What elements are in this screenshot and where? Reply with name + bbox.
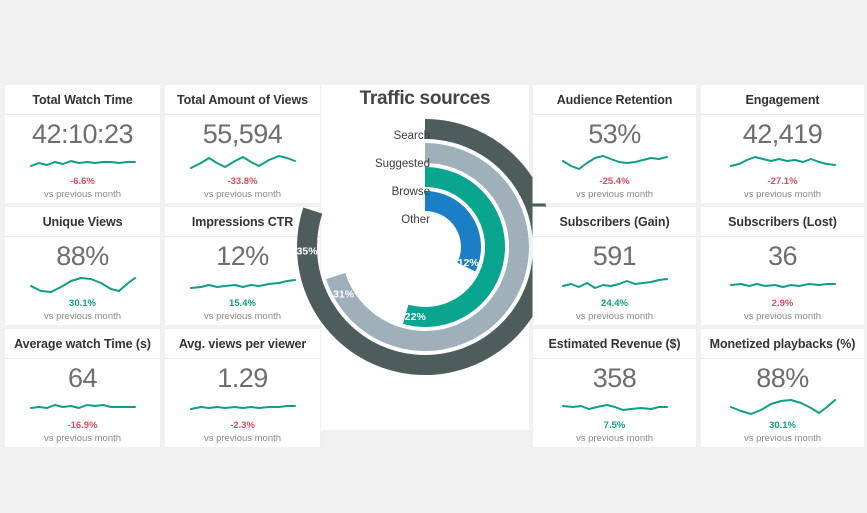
kpi-comparison-label: vs previous month <box>203 433 282 444</box>
sparkline-chart <box>729 283 836 288</box>
kpi-card-subscribers-lost[interactable]: Subscribers (Lost) 36 2.9% vs previous mont… <box>701 207 864 325</box>
sparkline-chart <box>29 404 136 409</box>
kpi-column-4: Engagement 42,419 -27.1% vs previous month S… <box>701 85 864 451</box>
kpi-card-monetized-playbacks[interactable]: Monetized playbacks (%) 88% 30.1% vs previo… <box>701 329 864 447</box>
kpi-delta: -33.8% <box>227 176 258 187</box>
kpi-delta: -25.4% <box>599 176 630 187</box>
kpi-value: 42:10:23 <box>31 119 134 149</box>
kpi-value: 358 <box>592 363 637 393</box>
kpi-column-3: Audience Retention 53% -25.4% vs previous m… <box>533 85 696 451</box>
kpi-card-engagement[interactable]: Engagement 42,419 -27.1% vs previous month <box>701 85 864 203</box>
kpi-delta: -16.9% <box>67 420 98 431</box>
kpi-value: 55,594 <box>202 119 283 149</box>
sparkline-chart <box>29 160 136 167</box>
kpi-comparison-label: vs previous month <box>575 189 654 200</box>
kpi-value: 591 <box>592 241 637 271</box>
kpi-card-header: Subscribers (Lost) <box>701 207 864 237</box>
kpi-card-header: Estimated Revenue ($) <box>533 329 696 359</box>
kpi-card-header: Monetized playbacks (%) <box>701 329 864 359</box>
kpi-comparison-label: vs previous month <box>743 189 822 200</box>
kpi-card-title: Average watch Time (s) <box>14 336 151 351</box>
kpi-card-title: Engagement <box>745 92 820 107</box>
kpi-card-header: Audience Retention <box>533 85 696 115</box>
kpi-value: 12% <box>216 241 269 271</box>
kpi-card-unique-views[interactable]: Unique Views 88% 30.1% vs previous month <box>5 207 160 325</box>
kpi-value: 64 <box>67 363 98 393</box>
radial-arc-label-browse: 22% <box>405 311 427 323</box>
kpi-card-title: Subscribers (Lost) <box>728 214 837 229</box>
radial-arc-label-search: 35% <box>297 246 319 258</box>
kpi-card-body: 42:10:23 -6.6% vs previous month <box>5 115 160 203</box>
chart-legend-item-suggested[interactable]: Suggested <box>330 150 430 178</box>
kpi-card-total-watch-time[interactable]: Total Watch Time 42:10:23 -6.6% vs previous… <box>5 85 160 203</box>
kpi-delta: -6.6% <box>70 176 95 187</box>
radial-arc-label-other: 12% <box>458 257 480 269</box>
kpi-value: 42,419 <box>742 119 823 149</box>
kpi-card-body: 42,419 -27.1% vs previous month <box>701 115 864 203</box>
kpi-card-body: 53% -25.4% vs previous month <box>533 115 696 203</box>
kpi-card-body: 358 7.5% vs previous month <box>533 359 696 447</box>
kpi-delta: 15.4% <box>229 298 256 309</box>
kpi-comparison-label: vs previous month <box>743 311 822 322</box>
kpi-card-body: 88% 30.1% vs previous month <box>5 237 160 325</box>
sparkline-chart <box>729 156 836 167</box>
kpi-card-title: Audience Retention <box>556 92 673 107</box>
chart-legend-item-browse[interactable]: Browse <box>330 178 430 206</box>
kpi-comparison-label: vs previous month <box>43 189 122 200</box>
sparkline-chart <box>729 399 836 415</box>
kpi-card-estimated-revenue[interactable]: Estimated Revenue ($) 358 7.5% vs previous … <box>533 329 696 447</box>
kpi-comparison-label: vs previous month <box>575 433 654 444</box>
kpi-card-average-watch-time-s[interactable]: Average watch Time (s) 64 -16.9% vs previou… <box>5 329 160 447</box>
kpi-delta: 30.1% <box>769 420 796 431</box>
kpi-card-title: Monetized playbacks (%) <box>709 336 856 351</box>
kpi-card-body: 88% 30.1% vs previous month <box>701 359 864 447</box>
kpi-card-body: 591 24.4% vs previous month <box>533 237 696 325</box>
kpi-value: 88% <box>56 241 109 271</box>
sparkline-chart <box>561 404 668 411</box>
kpi-card-title: Subscribers (Gain) <box>559 214 670 229</box>
kpi-card-body: 64 -16.9% vs previous month <box>5 359 160 447</box>
kpi-comparison-label: vs previous month <box>43 433 122 444</box>
kpi-delta: 24.4% <box>601 298 628 309</box>
kpi-comparison-label: vs previous month <box>743 433 822 444</box>
radial-arc-label-suggested: 31% <box>333 289 355 301</box>
kpi-card-header: Engagement <box>701 85 864 115</box>
sparkline-chart <box>561 278 668 289</box>
kpi-value: 36 <box>767 241 798 271</box>
kpi-card-title: Unique Views <box>42 214 123 229</box>
kpi-value: 53% <box>588 119 641 149</box>
sparkline-chart <box>561 155 668 170</box>
kpi-comparison-label: vs previous month <box>203 189 282 200</box>
kpi-value: 88% <box>756 363 809 393</box>
kpi-comparison-label: vs previous month <box>203 311 282 322</box>
kpi-card-audience-retention[interactable]: Audience Retention 53% -25.4% vs previous m… <box>533 85 696 203</box>
chart-legend-item-search[interactable]: Search <box>330 122 430 150</box>
analytics-dashboard: Total Watch Time 42:10:23 -6.6% vs previous… <box>0 0 867 513</box>
kpi-card-body: 36 2.9% vs previous month <box>701 237 864 325</box>
kpi-column-1: Total Watch Time 42:10:23 -6.6% vs previous… <box>5 85 160 451</box>
kpi-card-subscribers-gain[interactable]: Subscribers (Gain) 591 24.4% vs previous mo… <box>533 207 696 325</box>
kpi-card-header: Unique Views <box>5 207 160 237</box>
kpi-card-title: Estimated Revenue ($) <box>548 336 681 351</box>
kpi-card-header: Subscribers (Gain) <box>533 207 696 237</box>
chart-legend-item-other[interactable]: Other <box>330 206 430 234</box>
kpi-delta: -27.1% <box>767 176 798 187</box>
kpi-comparison-label: vs previous month <box>575 311 654 322</box>
kpi-delta: -2.3% <box>230 420 255 431</box>
kpi-delta: 30.1% <box>69 298 96 309</box>
kpi-delta: 2.9% <box>771 298 794 309</box>
kpi-card-header: Average watch Time (s) <box>5 329 160 359</box>
kpi-card-header: Total Watch Time <box>5 85 160 115</box>
kpi-comparison-label: vs previous month <box>43 311 122 322</box>
sparkline-chart <box>29 277 136 293</box>
kpi-delta: 7.5% <box>603 420 626 431</box>
chart-legend: Search Suggested Browse Other <box>330 122 430 234</box>
kpi-value: 1.29 <box>217 363 268 393</box>
chart-title: Traffic sources <box>359 88 491 109</box>
kpi-card-title: Total Watch Time <box>32 92 133 107</box>
